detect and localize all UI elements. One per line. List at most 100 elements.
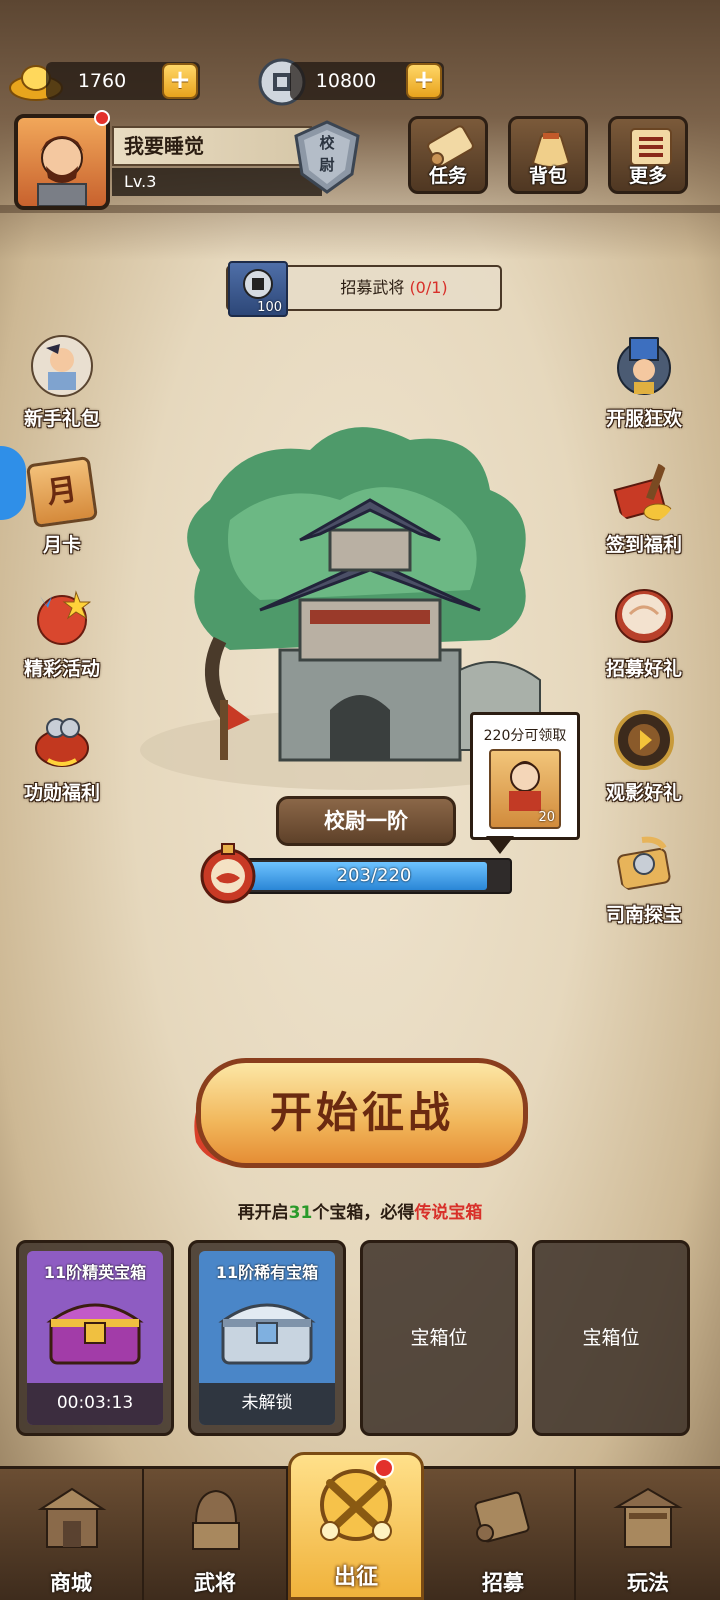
recruit-task-bar[interactable]: 100 招募武将 (0/1) [226, 261, 502, 317]
start-battle-label: 开始征战 [269, 1088, 454, 1137]
chest-hint-text: 再开启31个宝箱，必得传说宝箱 [0, 1198, 720, 1223]
month-card-label: 月卡 [42, 534, 81, 556]
event-icon [37, 590, 92, 645]
coin-value: 10800 [315, 70, 377, 92]
rank-badge-text: 校尉 [319, 134, 335, 174]
merit-icon [35, 718, 89, 767]
elite-chest-timer: 00:03:13 [56, 1393, 134, 1413]
chest-slot-elite[interactable]: 11阶精英宝箱 00:03:13 [16, 1240, 174, 1436]
month-card-glyph: 月 [44, 472, 80, 511]
gold-value: 1760 [77, 70, 127, 92]
server-carnival-button[interactable]: 开服狂欢 [594, 334, 694, 444]
chest-hint-count: 31 [288, 1203, 313, 1223]
player-name: 我要睡觉 [124, 134, 204, 158]
recruit-label: 招募武将 [340, 278, 405, 297]
empty-slot-label-2: 宝箱位 [582, 1327, 640, 1349]
silver-chest-icon [218, 1303, 316, 1365]
wood-divider [0, 205, 720, 213]
rank-reward-label: 220分可领取 [483, 728, 567, 744]
rank-reward-bubble[interactable]: 220分可领取 20 [470, 712, 580, 840]
rank-badge[interactable]: 校尉 [288, 118, 366, 196]
nav-shop-label: 商城 [50, 1571, 92, 1595]
quest-button[interactable]: 任务 [408, 116, 488, 194]
chest-hint-middle: 个宝箱，必得 [312, 1203, 415, 1223]
server-carnival-icon [617, 337, 671, 395]
rare-chest-status: 未解锁 [241, 1393, 293, 1413]
nav-generals[interactable]: 武将 [144, 1469, 288, 1600]
server-carnival-label: 开服狂欢 [605, 408, 682, 430]
compass-button[interactable]: 司南探宝 [594, 830, 694, 940]
rank-title: 校尉一阶 [324, 809, 408, 833]
elite-chest-title: 11阶精英宝箱 [43, 1263, 147, 1282]
newbie-gift-icon [31, 335, 93, 397]
recruit-coin-icon: 100 [228, 261, 288, 317]
player-level: Lv.3 [124, 172, 157, 191]
checkin-button[interactable]: 签到福利 [594, 460, 694, 570]
checkin-label: 签到福利 [605, 534, 682, 556]
backpack-button[interactable]: 背包 [508, 116, 588, 194]
recruit-icon [474, 1491, 530, 1543]
video-reward-button[interactable]: 观影好礼 [594, 708, 694, 818]
general-portrait-icon [509, 761, 541, 811]
backpack-label: 背包 [528, 165, 567, 187]
game-main-screen: 1760 + 10800 + 我要睡觉 Lv.3 校尉 任务 背包 更多 100… [0, 0, 720, 1600]
nav-generals-label: 武将 [194, 1571, 236, 1595]
battle-notification-dot [374, 1458, 394, 1478]
event-label: 精彩活动 [23, 658, 100, 680]
warrior-portrait-icon [37, 136, 87, 206]
shop-icon [37, 1487, 107, 1548]
nav-recruit-label: 招募 [482, 1571, 524, 1595]
general-icon [192, 1489, 240, 1550]
more-button[interactable]: 更多 [608, 116, 688, 194]
event-button[interactable]: 精彩活动 [12, 584, 112, 694]
nav-recruit[interactable]: 招募 [432, 1469, 576, 1600]
compass-icon [617, 836, 671, 890]
rank-xp-text: 203/220 [336, 865, 412, 886]
chest-hint-highlight: 传说宝箱 [414, 1203, 483, 1223]
chest-hint-prefix: 再开启 [237, 1203, 289, 1223]
coin-small-icon [243, 269, 273, 299]
chest-slot-empty-2[interactable]: 宝箱位 [532, 1240, 690, 1436]
chest-slot-rare[interactable]: 11阶稀有宝箱 未解锁 [188, 1240, 346, 1436]
recruit-gift-button[interactable]: 招募好礼 [594, 584, 694, 694]
drum-icon [615, 589, 673, 643]
purple-chest-icon [46, 1303, 144, 1365]
video-reward-label: 观影好礼 [605, 782, 682, 804]
month-card-icon: 月 [25, 455, 99, 529]
coin-counter: 10800 + [290, 62, 444, 100]
newbie-gift-label: 新手礼包 [23, 408, 100, 430]
nav-battle-label: 出征 [333, 1565, 378, 1590]
avatar-notification-dot [94, 110, 110, 126]
start-battle-button[interactable]: 开始征战 [196, 1058, 528, 1168]
compass-label: 司南探宝 [605, 904, 682, 926]
nav-battle[interactable]: 出征 [288, 1452, 424, 1600]
recruit-label-wrap: 招募武将 (0/1) [288, 267, 500, 309]
gold-counter: 1760 + [46, 62, 200, 100]
merit-button[interactable]: 功勋福利 [12, 708, 112, 818]
add-gold-button[interactable]: + [162, 63, 198, 99]
player-avatar[interactable] [14, 114, 110, 210]
chest-slot-empty-1[interactable]: 宝箱位 [360, 1240, 518, 1436]
nav-gameplay-label: 玩法 [627, 1571, 669, 1595]
gameplay-icon [613, 1487, 683, 1548]
rank-title-plate: 校尉一阶 [276, 796, 456, 846]
reward-general-card: 20 [489, 749, 561, 829]
nav-gameplay[interactable]: 玩法 [576, 1469, 720, 1600]
quest-label: 任务 [428, 165, 467, 187]
recruit-progress: (0/1) [409, 278, 448, 297]
add-coin-button[interactable]: + [406, 63, 442, 99]
nav-shop[interactable]: 商城 [0, 1469, 144, 1600]
empty-slot-label-1: 宝箱位 [410, 1327, 468, 1349]
reward-general-count: 20 [538, 810, 555, 825]
rare-chest-title: 11阶稀有宝箱 [215, 1263, 319, 1282]
merit-label: 功勋福利 [23, 782, 100, 804]
checkin-icon [613, 463, 673, 521]
recruit-cost: 100 [257, 300, 282, 315]
month-card-button[interactable]: 月 月卡 [12, 455, 112, 570]
more-label: 更多 [628, 165, 667, 187]
recruit-gift-label: 招募好礼 [605, 658, 682, 680]
player-name-bar: 我要睡觉 [112, 126, 312, 166]
gourd-icon [200, 843, 256, 904]
video-reward-icon [614, 710, 674, 770]
newbie-gift-button[interactable]: 新手礼包 [12, 334, 112, 444]
